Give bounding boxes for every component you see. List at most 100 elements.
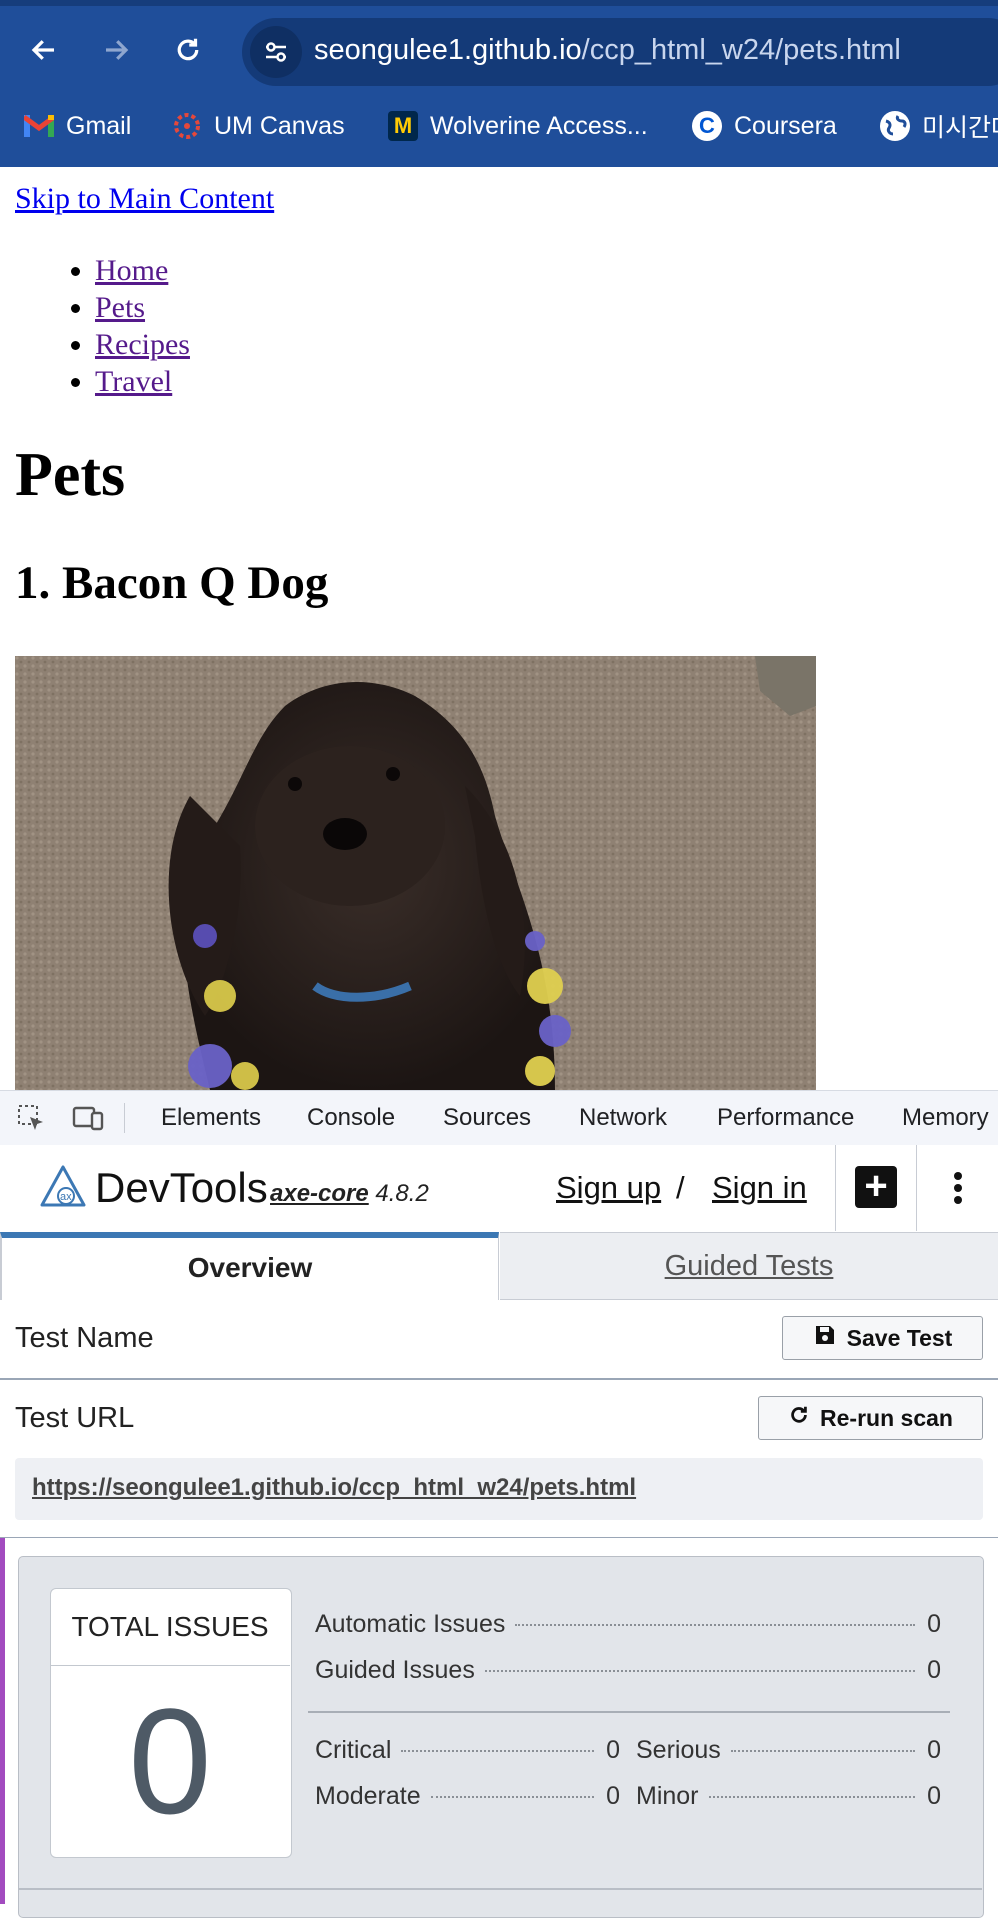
dog-photo: [15, 656, 816, 1090]
address-url[interactable]: seongulee1.github.io/ccp_html_w24/pets.h…: [314, 34, 901, 67]
auth-separator: /: [676, 1170, 685, 1205]
automatic-issues-count: 0: [927, 1610, 941, 1638]
header-divider: [916, 1145, 917, 1231]
page-title: Pets: [15, 441, 126, 509]
divider: [18, 1888, 982, 1890]
bookmarks-bar: Gmail UM Canvas M Wolverine Access... C …: [0, 106, 998, 146]
canvas-icon: [172, 111, 202, 141]
leader-dots: [401, 1750, 594, 1752]
nav-link-home[interactable]: Home: [95, 254, 168, 287]
url-host: seongulee1.github.io: [314, 34, 582, 66]
bookmark-michigan[interactable]: 미시간대: [880, 106, 998, 146]
reload-icon[interactable]: [166, 28, 210, 72]
nav-link-pets[interactable]: Pets: [95, 291, 145, 324]
axe-engine-name[interactable]: axe-core: [270, 1180, 369, 1207]
guided-issues-row[interactable]: Guided Issues 0: [315, 1656, 941, 1685]
minor-label: Minor: [636, 1782, 699, 1810]
nav-item-recipes: Recipes: [95, 326, 190, 363]
tab-strip: [0, 0, 998, 6]
guided-issues-label: Guided Issues: [315, 1656, 475, 1684]
serious-label: Serious: [636, 1736, 721, 1764]
more-options-icon[interactable]: [948, 1168, 968, 1208]
rerun-scan-label: Re-run scan: [820, 1404, 953, 1431]
guided-issues-count: 0: [927, 1656, 941, 1684]
bookmark-label: Gmail: [66, 111, 132, 140]
automatic-issues-label: Automatic Issues: [315, 1610, 506, 1638]
new-test-icon[interactable]: +: [855, 1166, 897, 1208]
save-test-button[interactable]: Save Test: [782, 1316, 983, 1360]
svg-text:ax: ax: [60, 1191, 72, 1203]
moderate-label: Moderate: [315, 1782, 421, 1810]
save-test-label: Save Test: [846, 1324, 953, 1351]
axe-brand: DevTools: [95, 1164, 268, 1211]
leader-dots: [730, 1750, 915, 1752]
inspect-element-icon[interactable]: [16, 1103, 46, 1133]
tab-console[interactable]: Console: [307, 1091, 395, 1145]
url-path: /ccp_html_w24/pets.html: [581, 34, 901, 66]
test-url-label: Test URL: [15, 1402, 135, 1434]
tab-overview[interactable]: Overview: [0, 1232, 499, 1300]
nav-item-home: Home: [95, 252, 190, 289]
devtools-tabbar: Elements Console Sources Network Perform…: [0, 1090, 998, 1146]
nav-link-recipes[interactable]: Recipes: [95, 328, 190, 361]
bookmark-label: UM Canvas: [214, 111, 345, 140]
coursera-icon: C: [692, 111, 722, 141]
block-m-icon: M: [388, 111, 418, 141]
device-toolbar-icon[interactable]: [72, 1103, 104, 1133]
tab-performance[interactable]: Performance: [717, 1091, 854, 1145]
tab-guided-tests[interactable]: Guided Tests: [500, 1232, 998, 1300]
minor-row[interactable]: Minor 0: [636, 1782, 941, 1811]
serious-count: 0: [927, 1736, 941, 1764]
bookmark-label: Wolverine Access...: [430, 111, 648, 140]
globe-icon: [880, 111, 910, 141]
back-icon[interactable]: [22, 28, 66, 72]
tab-network[interactable]: Network: [579, 1091, 667, 1145]
bookmark-wolverine-access[interactable]: M Wolverine Access...: [388, 106, 648, 146]
nav-item-pets: Pets: [95, 289, 190, 326]
save-icon: [813, 1323, 837, 1353]
header-divider: [835, 1145, 836, 1231]
sign-in-link[interactable]: Sign in: [712, 1170, 807, 1206]
leader-dots: [515, 1624, 915, 1626]
critical-label: Critical: [315, 1736, 392, 1764]
test-url-link[interactable]: https://seongulee1.github.io/ccp_html_w2…: [32, 1474, 636, 1502]
moderate-count: 0: [606, 1782, 620, 1810]
divider: [308, 1711, 950, 1713]
bookmark-coursera[interactable]: C Coursera: [692, 106, 837, 146]
critical-row[interactable]: Critical 0: [315, 1736, 620, 1765]
axe-engine-version: 4.8.2: [375, 1180, 429, 1207]
divider: [0, 1537, 998, 1538]
tab-elements[interactable]: Elements: [161, 1091, 261, 1145]
leader-dots: [708, 1796, 915, 1798]
forward-icon[interactable]: [94, 28, 138, 72]
test-name-label: Test Name: [15, 1322, 154, 1354]
site-info-icon[interactable]: [250, 26, 302, 78]
gmail-icon: [22, 114, 56, 137]
selection-indicator: [0, 1538, 5, 1904]
skip-to-main-link[interactable]: Skip to Main Content: [15, 182, 274, 216]
bookmark-um-canvas[interactable]: UM Canvas: [172, 106, 345, 146]
moderate-row[interactable]: Moderate 0: [315, 1782, 620, 1811]
bookmark-gmail[interactable]: Gmail: [22, 106, 132, 146]
leader-dots: [430, 1796, 594, 1798]
sign-up-link[interactable]: Sign up: [556, 1170, 661, 1206]
total-issues-label: TOTAL ISSUES: [50, 1588, 290, 1666]
pet-heading: 1. Bacon Q Dog: [15, 557, 329, 609]
critical-count: 0: [606, 1736, 620, 1764]
tab-memory[interactable]: Memory: [902, 1091, 989, 1145]
rerun-scan-button[interactable]: Re-run scan: [758, 1396, 983, 1440]
refresh-icon: [788, 1404, 810, 1432]
total-issues-count: 0: [128, 1677, 212, 1845]
nav-item-travel: Travel: [95, 363, 190, 400]
site-nav: Home Pets Recipes Travel: [15, 252, 190, 400]
bookmark-label: 미시간대: [922, 114, 998, 142]
leader-dots: [484, 1670, 915, 1672]
tab-sources[interactable]: Sources: [443, 1091, 531, 1145]
bookmark-label: Coursera: [734, 111, 837, 140]
devtools-divider: [124, 1103, 125, 1133]
automatic-issues-row[interactable]: Automatic Issues 0: [315, 1610, 941, 1639]
axe-engine: axe-core 4.8.2: [270, 1180, 429, 1208]
axe-logo-icon: ax: [38, 1163, 88, 1211]
serious-row[interactable]: Serious 0: [636, 1736, 941, 1765]
nav-link-travel[interactable]: Travel: [95, 365, 172, 398]
